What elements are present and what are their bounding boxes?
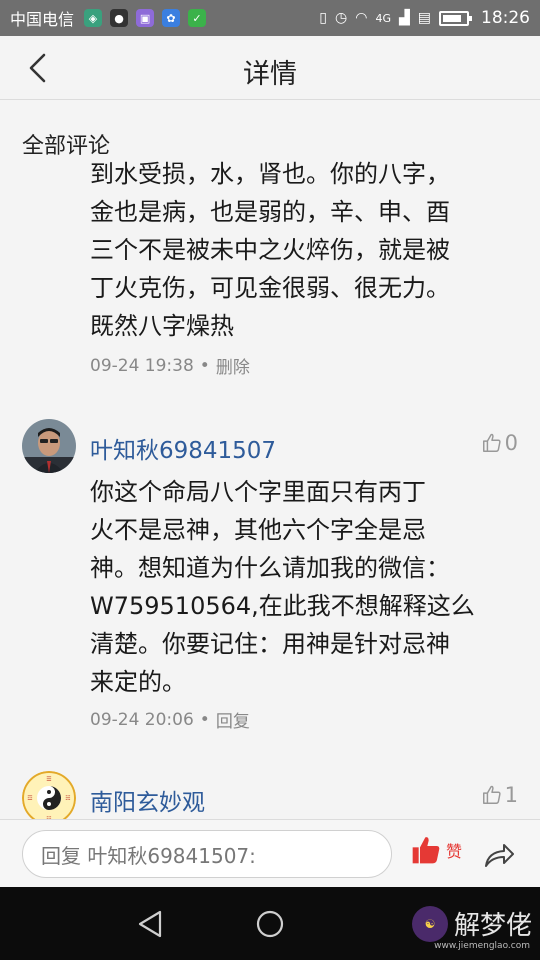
watermark: ☯ 解梦佬 www.jiemenglao.com — [411, 905, 532, 951]
triangle-back-icon — [138, 910, 162, 938]
gallery-icon: ▣ — [136, 9, 155, 27]
status-indicators: ▯ ◷ ◠ 4G ▟ ▤ 18:26 — [319, 8, 530, 28]
reply-input[interactable]: 回复 叶知秋69841507: — [22, 830, 392, 878]
battery-icon — [439, 10, 472, 26]
like-label: 赞 — [446, 842, 463, 861]
svg-text:☲: ☲ — [27, 795, 32, 802]
comment-line: 丁火克伤，可见金很弱、很无力。 — [90, 274, 450, 302]
carrier-name: 中国电信 — [10, 10, 75, 29]
qq-icon: ● — [110, 9, 129, 27]
svg-text:☵: ☵ — [65, 795, 70, 802]
system-home-button[interactable] — [253, 907, 287, 941]
comment-line: 来定的。 — [90, 668, 186, 696]
like-count: 0 — [504, 431, 518, 455]
comment-meta: 09-24 20:06 • 回复 — [90, 707, 250, 733]
comment-body: 你这个命局八个字里面只有丙丁 火不是忌神，其他六个字全是忌 神。想知道为什么请加… — [90, 473, 520, 701]
shield-icon: ◈ — [84, 9, 103, 27]
watermark-text: 解梦佬 — [453, 911, 532, 941]
comment-line: 金也是病，也是弱的，辛、申、酉 — [90, 198, 450, 226]
watermark-logo: ☯ — [411, 905, 448, 942]
comment-line: 到水受损，水，肾也。你的八字， — [90, 160, 450, 188]
thumbs-up-icon — [482, 433, 501, 452]
svg-text:☰: ☰ — [46, 776, 51, 783]
meta-separator: • — [199, 709, 210, 730]
like-post-button[interactable]: 赞 — [410, 834, 462, 866]
wechat-icon: ✓ — [188, 9, 207, 27]
avatar[interactable] — [22, 419, 76, 473]
clock: 18:26 — [481, 8, 530, 28]
comment-line: 神。想知道为什么请加我的微信： — [90, 554, 450, 582]
user-avatar-image — [22, 419, 76, 473]
avatar[interactable]: ☰ ☷ ☲ ☵ — [22, 771, 76, 819]
status-bar: 中国电信 ◈ ● ▣ ✿ ✓ ▯ ◷ ◠ 4G ▟ ▤ 18:26 — [0, 0, 540, 36]
share-button[interactable] — [482, 838, 516, 872]
comment-body: 到水受损，水，肾也。你的八字， 金也是病，也是弱的，辛、申、酉 三个不是被未中之… — [90, 155, 520, 345]
comment-line: 火不是忌神，其他六个字全是忌 — [90, 516, 426, 544]
signal-icon: ▟ — [398, 10, 410, 26]
page-title: 详情 — [243, 59, 297, 90]
comment-author[interactable]: 南阳玄妙观 — [90, 783, 205, 817]
delete-button[interactable]: 删除 — [216, 353, 250, 378]
taiji-avatar-image: ☰ ☷ ☲ ☵ — [22, 771, 76, 819]
baidu-icon: ✿ — [162, 9, 181, 27]
like-button[interactable]: 1 — [481, 783, 518, 807]
comment-line: 既然八字燥热 — [90, 312, 234, 340]
share-icon — [485, 844, 514, 867]
comment-line: W759510564,在此我不想解释这么 — [90, 592, 475, 620]
vibrate-icon: ▯ — [319, 10, 328, 26]
comment-author[interactable]: 叶知秋69841507 — [90, 431, 276, 465]
wifi-icon: ◠ — [355, 10, 368, 26]
watermark-url: www.jiemenglao.com — [434, 941, 530, 951]
comment-line: 你这个命局八个字里面只有丙丁 — [90, 478, 426, 506]
network-type: 4G — [375, 11, 391, 25]
comment-time: 09-24 20:06 — [90, 709, 194, 730]
comment-line: 三个不是被未中之火焠伤，就是被 — [90, 236, 450, 264]
like-button[interactable]: 0 — [481, 431, 518, 455]
comment-meta: 09-24 19:38 • 删除 — [90, 353, 250, 379]
system-back-button[interactable] — [134, 907, 168, 941]
reply-bar: 回复 叶知秋69841507: 赞 — [0, 819, 540, 887]
meta-separator: • — [199, 355, 210, 376]
comment-list[interactable]: 全部评论 到水受损，水，肾也。你的八字， 金也是病，也是弱的，辛、申、酉 三个不… — [0, 101, 540, 819]
thumbs-up-icon — [412, 837, 440, 864]
alarm-icon: ◷ — [335, 10, 348, 26]
like-count: 1 — [504, 783, 518, 807]
thumbs-up-icon — [482, 785, 501, 804]
system-navigation-bar: ☯ 解梦佬 www.jiemenglao.com — [0, 887, 540, 960]
navigation-bar: 详情 — [0, 36, 540, 100]
reply-button[interactable]: 回复 — [216, 707, 250, 732]
sim-icon: ▤ — [417, 10, 431, 26]
comment-time: 09-24 19:38 — [90, 355, 194, 376]
comment-line: 清楚。你要记住：用神是针对忌神 — [90, 630, 450, 658]
circle-home-icon — [256, 910, 284, 938]
